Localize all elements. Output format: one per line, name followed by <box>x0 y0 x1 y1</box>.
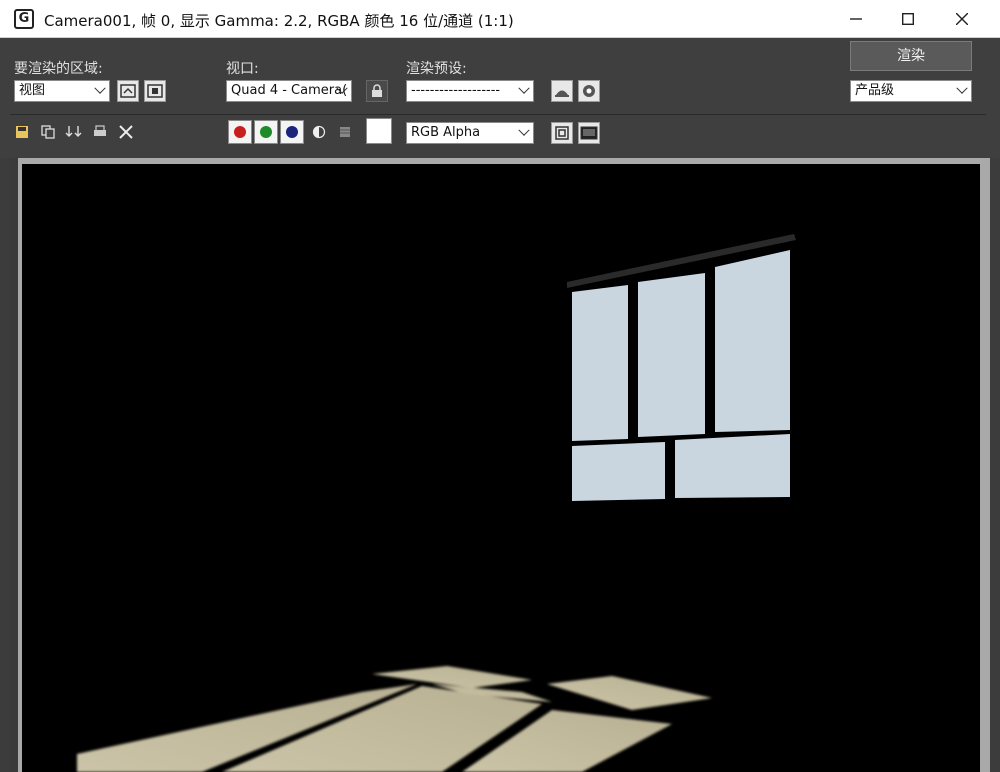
viewport-value: Quad 4 - Camera( <box>231 83 348 98</box>
clone-window-button[interactable] <box>64 122 84 142</box>
floor-light <box>77 666 712 772</box>
window-pane <box>572 285 628 441</box>
copy-image-button[interactable] <box>38 122 58 142</box>
monochrome-toggle[interactable] <box>335 122 355 142</box>
floor-light-patch <box>547 676 712 710</box>
quality-value: 产品级 <box>855 83 895 98</box>
preset-label: 渲染预设: <box>406 61 467 77</box>
preset-value: ------------------- <box>411 83 501 98</box>
clone-icon <box>65 126 82 137</box>
copy-icon <box>41 125 55 139</box>
area-label: 要渲染的区域: <box>14 61 103 77</box>
save-icon <box>16 126 28 138</box>
render-button[interactable]: 渲染 <box>850 41 972 71</box>
color-swatch[interactable] <box>366 118 392 144</box>
chevron-down-icon <box>956 82 968 94</box>
green-channel-toggle[interactable] <box>254 120 278 144</box>
title-bar: G Camera001, 帧 0, 显示 Gamma: 2.2, RGBA 颜色… <box>0 0 1000 38</box>
render-setup-button[interactable] <box>551 80 573 102</box>
close-button[interactable] <box>936 0 988 38</box>
floor-light-patch <box>372 666 532 688</box>
window-frame <box>572 250 790 501</box>
chevron-down-icon <box>518 124 530 136</box>
window-pane <box>675 434 790 498</box>
green-dot-icon <box>260 126 272 138</box>
quality-dropdown[interactable]: 产品级 <box>850 80 972 102</box>
window-title: Camera001, 帧 0, 显示 Gamma: 2.2, RGBA 颜色 1… <box>44 12 514 30</box>
save-image-button[interactable] <box>12 122 32 142</box>
print-image-button[interactable] <box>90 122 110 142</box>
area-dropdown[interactable]: 视图 <box>14 80 110 102</box>
viewport-dropdown[interactable]: Quad 4 - Camera( <box>226 80 352 102</box>
auto-region-icon <box>147 84 163 98</box>
red-dot-icon <box>234 126 246 138</box>
render-toolbar: 要渲染的区域: 视图 视口: Quad 4 - Camera( 渲染预设: --… <box>0 38 1000 158</box>
preset-dropdown[interactable]: ------------------- <box>406 80 534 102</box>
toggle-ui-overlay-button[interactable] <box>551 122 573 144</box>
minimize-button[interactable] <box>830 0 882 38</box>
viewport-label: 视口: <box>226 61 259 77</box>
half-circle-icon <box>312 125 326 139</box>
teapot-icon <box>555 90 569 97</box>
red-channel-toggle[interactable] <box>228 120 252 144</box>
print-icon <box>94 125 106 136</box>
environment-icon <box>583 85 595 97</box>
auto-region-button[interactable] <box>144 80 166 102</box>
blue-channel-toggle[interactable] <box>280 120 304 144</box>
lock-viewport-button[interactable] <box>366 80 388 102</box>
app-icon: G <box>14 9 34 29</box>
maximize-button[interactable] <box>882 0 934 38</box>
toggle-ui-button[interactable] <box>578 122 600 144</box>
channel-value: RGB Alpha <box>411 125 481 140</box>
clear-icon <box>119 125 133 139</box>
render-canvas <box>22 164 980 772</box>
clear-image-button[interactable] <box>116 122 136 142</box>
rendered-scene <box>77 234 796 772</box>
maximize-icon <box>902 13 914 25</box>
monochrome-icon <box>340 127 350 137</box>
alpha-channel-toggle[interactable] <box>309 122 329 142</box>
toolbar-divider <box>10 114 986 115</box>
overlay-icon <box>555 126 569 140</box>
minimize-icon <box>850 18 862 20</box>
chevron-down-icon <box>94 82 106 94</box>
area-value: 视图 <box>19 83 46 98</box>
channel-dropdown[interactable]: RGB Alpha <box>406 122 534 144</box>
window-pane <box>638 273 705 437</box>
window-pane <box>572 442 665 501</box>
environment-button[interactable] <box>578 80 600 102</box>
edit-region-icon <box>120 84 136 98</box>
edit-region-button[interactable] <box>117 80 139 102</box>
window-icon <box>580 126 598 140</box>
chevron-down-icon <box>518 82 530 94</box>
blue-dot-icon <box>286 126 298 138</box>
close-icon <box>956 13 968 25</box>
lock-icon <box>372 84 382 97</box>
window-pane <box>715 250 790 432</box>
